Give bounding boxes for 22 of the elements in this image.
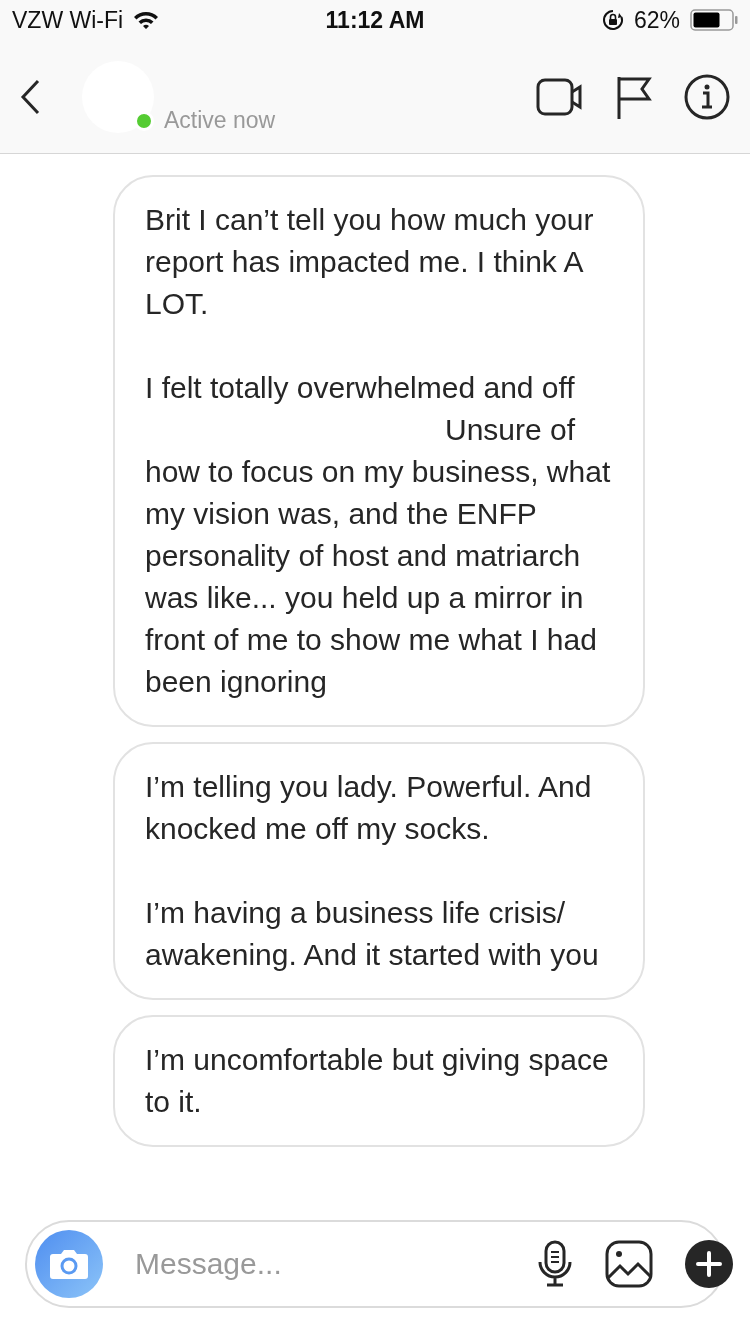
message-text: I felt totally overwhelmed and off Unsure of how to focus on my business, what my vision was, and the ENFP personality of host and matriarch was like... you held up a mirror in front of me to show me what I had been ignoring: [145, 370, 612, 700]
battery-percent: 62%: [633, 6, 680, 34]
rotation-lock-icon: [601, 9, 624, 31]
clock-time: 11:12 AM: [325, 6, 425, 34]
message-text: I’m having a business life crisis/ awakening. And it started with you: [145, 895, 600, 973]
gallery-icon[interactable]: [605, 1240, 653, 1288]
battery-icon: [690, 9, 738, 31]
carrier-label: VZW Wi-Fi: [12, 6, 124, 34]
message-text: Brit I can’t tell you how much your report has impacted me. I think A LOT.: [145, 202, 595, 322]
wifi-icon: [133, 10, 160, 30]
camera-button[interactable]: [35, 1230, 103, 1298]
camera-icon: [49, 1248, 89, 1280]
info-icon[interactable]: [684, 73, 730, 120]
active-status: Active now: [164, 107, 277, 134]
back-icon[interactable]: [20, 78, 40, 115]
microphone-icon[interactable]: [537, 1240, 573, 1288]
message-text: I’m telling you lady. Powerful. And knocked me off my socks.: [145, 769, 593, 847]
plus-button[interactable]: [685, 1240, 733, 1288]
message-text: I’m uncomfortable but giving space to it.: [145, 1042, 610, 1120]
flag-icon[interactable]: [616, 74, 652, 119]
video-camera-icon[interactable]: [536, 77, 584, 116]
message-input[interactable]: Message...: [133, 1246, 523, 1282]
